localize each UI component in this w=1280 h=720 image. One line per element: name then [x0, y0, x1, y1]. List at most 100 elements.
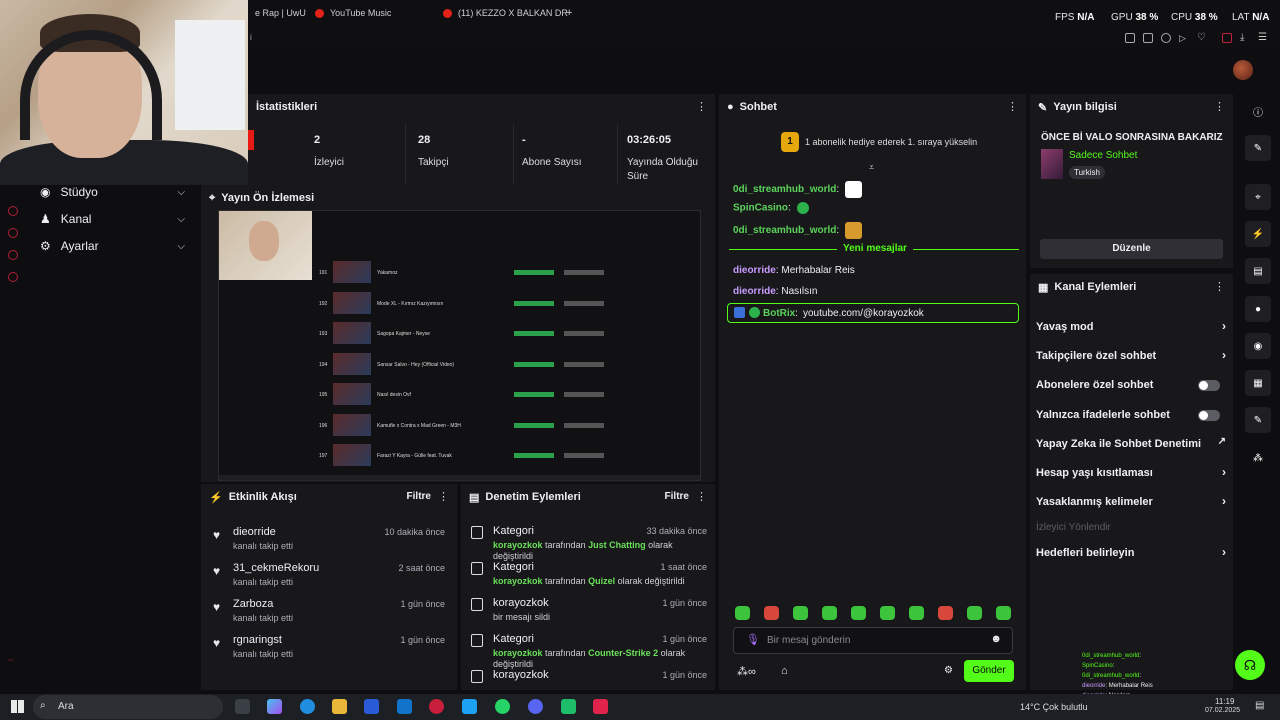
download-icon[interactable]: ⤓ [1240, 33, 1250, 43]
chat-input[interactable]: 🎙 Bir mesaj gönderin ☻ [733, 627, 1013, 654]
menu-icon[interactable]: ☰ [1258, 33, 1268, 43]
new-tab-button[interactable]: + [566, 4, 572, 22]
category-thumbnail[interactable] [1041, 149, 1063, 179]
more-icon[interactable]: ⋮ [1214, 100, 1225, 113]
emote-icon[interactable] [793, 606, 808, 620]
broadcast-icon[interactable]: ◉ [1245, 333, 1271, 359]
emote-icon[interactable] [735, 606, 750, 620]
opera-gx-icon[interactable] [429, 699, 444, 714]
avatar[interactable] [1233, 60, 1253, 80]
filter-button[interactable]: Filtre [407, 491, 431, 502]
channel-action-item[interactable]: Yasaklanmış kelimeler › [1036, 494, 1226, 508]
channel-action-item[interactable]: Abonelere özel sohbet [1036, 379, 1226, 391]
browser-tab[interactable]: e Rap | UwU [255, 4, 306, 22]
moderation-item[interactable]: Kategori 1 saat önce korayozkok tarafından… [461, 556, 717, 592]
emote-icon[interactable] [996, 606, 1011, 620]
weather-text[interactable]: 14°C Çok bulutlu [1020, 702, 1088, 712]
moderation-item[interactable]: Kategori 1 gün önce korayozkok tarafından … [461, 628, 717, 669]
filter-button[interactable]: Filtre [665, 491, 689, 502]
store-icon[interactable] [364, 699, 379, 714]
toggle-switch[interactable] [1198, 410, 1220, 421]
moderation-item[interactable]: korayozkok 1 gün önce bir mesajı sildi [461, 592, 717, 628]
channel-action-item[interactable]: Yalnızca ifadelerle sohbet [1036, 409, 1226, 421]
notifications-icon[interactable]: ▤ [1255, 700, 1264, 711]
document-icon[interactable]: ▤ [1245, 258, 1271, 284]
nav-item-ayarlar[interactable]: ⚙ Ayarlar ⌵ [40, 239, 190, 253]
send-button[interactable]: Gönder [964, 660, 1014, 682]
start-icon[interactable] [11, 700, 24, 713]
toggle-switch[interactable] [1198, 380, 1220, 391]
whatsapp-icon[interactable] [495, 699, 510, 714]
nav-item-studyo[interactable]: ◉ Stüdyo ⌵ [40, 185, 190, 199]
bolt-icon[interactable]: ⚡ [1245, 221, 1271, 247]
app-icon[interactable] [593, 699, 608, 714]
activity-item[interactable]: ♥ rgnaringst kanalı takip etti 1 gün önce [201, 628, 457, 664]
capture-icon[interactable] [1143, 33, 1153, 43]
emote-icon[interactable] [909, 606, 924, 620]
task-view-icon[interactable] [235, 699, 250, 714]
channel-action-item[interactable]: Hesap yaşı kısıtlaması › [1036, 465, 1226, 479]
emote-icon[interactable] [851, 606, 866, 620]
discord-icon[interactable] [528, 699, 543, 714]
more-icon[interactable]: ⋮ [1214, 280, 1225, 293]
edge-icon[interactable] [300, 699, 315, 714]
info-icon[interactable]: ⓘ [1245, 98, 1271, 124]
activity-item[interactable]: ♥ 31_cekmeRekoru kanalı takip etti 2 saat ö… [201, 556, 457, 592]
more-icon[interactable]: ⋮ [1007, 100, 1018, 113]
wrench-icon[interactable]: ✎ [1245, 407, 1271, 433]
edit-button[interactable]: Düzenle [1040, 239, 1223, 259]
microphone-icon[interactable]: 🎙 [746, 633, 760, 646]
emote-icon[interactable] [967, 606, 982, 620]
emote-icon[interactable] [880, 606, 895, 620]
support-headset-icon[interactable]: ☊ [1235, 650, 1265, 680]
preview-toggle-icon[interactable]: ⌖ [1245, 184, 1271, 210]
sidebar-circle-icon[interactable] [8, 206, 18, 216]
extension-icon[interactable] [1222, 33, 1232, 43]
more-icon[interactable]: ⋮ [438, 490, 449, 503]
emote-icon[interactable] [764, 606, 779, 620]
channel-action-item[interactable]: Yapay Zeka ile Sohbet Denetimi ↗ [1036, 436, 1226, 450]
chat-icon[interactable]: ● [1245, 296, 1271, 322]
channel-action-item[interactable]: Hedefleri belirleyin › [1036, 545, 1226, 559]
channel-action-item[interactable]: Yavaş mod › [1036, 319, 1226, 333]
heart-icon[interactable]: ♡ [1197, 33, 1207, 43]
pinned-bot-message[interactable]: BotRix : youtube.com/@korayozkok [727, 303, 1019, 323]
clock-date[interactable]: 07.02.2025 [1205, 707, 1240, 714]
emote-icon[interactable] [822, 606, 837, 620]
browser-tab-kezzo[interactable]: (11) KEZZO X BALKAN DR [443, 4, 568, 22]
browser-tab-youtube-music[interactable]: YouTube Music [315, 4, 391, 22]
nav-item-kanal[interactable]: ♟ Kanal ⌵ [40, 212, 190, 226]
outlook-icon[interactable] [397, 699, 412, 714]
community-icon[interactable]: ⁂∞ [737, 665, 756, 678]
activity-item[interactable]: ♥ Zarboza kanalı takip etti 1 gün önce [201, 592, 457, 628]
clock-time[interactable]: 11:19 [1215, 697, 1234, 706]
stream-preview-video[interactable]: 191 Yakamoz 192 Mode XL - Kırmız Kazıyımısı… [218, 210, 701, 481]
copilot-icon[interactable] [267, 699, 282, 714]
activity-item[interactable]: ♥ dieorride kanalı takip etti 10 dakika önc… [201, 520, 457, 556]
emoji-icon[interactable]: ☻ [990, 633, 1002, 645]
emote-icon[interactable] [938, 606, 953, 620]
more-icon[interactable]: ⋮ [696, 490, 707, 503]
sidebar-clock-icon[interactable] [8, 228, 18, 238]
sidebar-chat-icon[interactable] [8, 250, 18, 260]
bookmark-icon[interactable] [1125, 33, 1135, 43]
more-icon[interactable]: ⋮ [696, 100, 707, 113]
play-icon[interactable]: ▷ [1179, 33, 1189, 43]
scroll-down-icon[interactable]: ⩡ [869, 162, 874, 173]
kick-icon[interactable] [561, 699, 576, 714]
file-explorer-icon[interactable] [332, 699, 347, 714]
channel-action-item[interactable]: Takipçilere özel sohbet › [1036, 348, 1226, 362]
category-link[interactable]: Sadece Sohbet [1069, 150, 1137, 161]
chat-settings-icon[interactable]: ⚙ [944, 665, 953, 676]
store-icon[interactable]: ⌂ [781, 665, 788, 677]
emote-bar[interactable] [735, 606, 1025, 623]
moderation-item[interactable]: Kategori 33 dakika önce korayozkok tarafın… [461, 520, 717, 561]
layout-icon[interactable]: ▦ [1245, 370, 1271, 396]
twitter-icon[interactable] [462, 699, 477, 714]
gift-leaderboard-text[interactable]: 1 abonelik hediye ederek 1. sıraya yükse… [805, 137, 977, 147]
pencil-icon[interactable]: ✎ [1245, 135, 1271, 161]
sidebar-gear-icon[interactable] [8, 272, 18, 282]
community-icon[interactable]: ⁂ [1245, 445, 1271, 471]
taskbar-search[interactable]: ⌕ Ara [33, 695, 223, 719]
shield-icon[interactable] [1161, 33, 1171, 43]
